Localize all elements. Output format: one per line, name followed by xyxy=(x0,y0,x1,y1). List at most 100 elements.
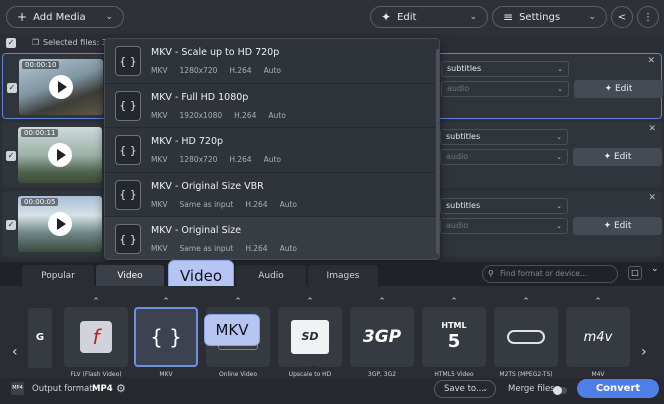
video-thumbnail[interactable]: 00:00:11 xyxy=(18,127,102,183)
search-placeholder: Find format or device... xyxy=(500,269,588,278)
chevron-left-icon[interactable]: ‹ xyxy=(12,344,18,360)
settings-button[interactable]: ≡ Settings ⌄ xyxy=(492,6,607,28)
plus-icon: + xyxy=(17,10,28,24)
mkv-icon: { } xyxy=(150,325,182,349)
preset-scrollbar[interactable] xyxy=(436,49,439,254)
chevron-up-icon: ⌃ xyxy=(450,297,458,307)
format-card-m4v[interactable]: ⌃ m4v M4V xyxy=(566,297,630,378)
save-to-button[interactable]: Save to... ⌄ xyxy=(434,380,496,398)
preset-item[interactable]: { } MKV - Original Size MKV Same as input… xyxy=(105,217,439,259)
mkv-preset-icon: { } xyxy=(115,179,141,210)
mkv-preset-icon: { } xyxy=(115,135,141,166)
audio-dropdown[interactable]: audio ⌄ xyxy=(441,81,569,97)
format-card-upscale-hd[interactable]: ⌃ SD HD Upscale to HD xyxy=(278,297,342,378)
selected-files-label: Selected files: 3/ xyxy=(43,38,110,47)
settings-label: Settings xyxy=(519,11,561,23)
3gp-icon: 3GP xyxy=(362,327,402,347)
format-carousel: ‹ › G ⌃ f FLV (Flash Video) ⌃ { } MKV ⌃ … xyxy=(0,286,664,378)
format-label: 3GP, 3G2 xyxy=(367,371,397,378)
preset-title: MKV - Full HD 1080p xyxy=(151,91,249,103)
sd-hd-icon: SD HD xyxy=(291,320,329,377)
chevron-down-icon: ⌄ xyxy=(557,85,563,93)
preset-dropdown-menu: { } MKV - Scale up to HD 720p MKV 1280x72… xyxy=(104,38,440,260)
chevron-up-icon: ⌃ xyxy=(378,297,386,307)
preset-item[interactable]: { } MKV - Scale up to HD 720p MKV 1280x72… xyxy=(105,39,439,84)
video-thumbnail[interactable]: 00:00:05 xyxy=(18,196,102,252)
play-icon[interactable] xyxy=(48,212,72,236)
chevron-right-icon[interactable]: › xyxy=(641,344,647,360)
preset-title: MKV - Original Size VBR xyxy=(151,180,264,192)
chevron-down-icon: ⌄ xyxy=(556,153,562,161)
format-label: M2TS (MPEG2-TS) xyxy=(499,371,553,378)
format-card-mkv[interactable]: ⌃ { } MKV xyxy=(134,297,198,378)
preset-item[interactable]: { } MKV - Original Size VBR MKV Same as i… xyxy=(105,173,439,218)
tab-images[interactable]: Images xyxy=(308,265,378,287)
save-to-label: Save to... xyxy=(444,384,485,394)
format-label: Online Video xyxy=(218,371,258,378)
mkv-preset-icon: { } xyxy=(115,224,141,255)
subtitles-dropdown[interactable]: subtitles ⌄ xyxy=(440,198,568,214)
file-checkbox[interactable]: ✓ xyxy=(6,220,16,230)
close-icon[interactable]: ✕ xyxy=(648,193,656,203)
more-button[interactable]: ⋮ xyxy=(637,6,659,28)
tab-video[interactable]: Video xyxy=(96,265,164,287)
audio-label: audio xyxy=(446,152,469,161)
close-icon[interactable]: ✕ xyxy=(647,56,655,66)
chevron-down-icon: ⌄ xyxy=(556,133,562,141)
duration-label: 00:00:11 xyxy=(21,129,59,137)
subtitles-label: subtitles xyxy=(446,132,481,141)
chevron-up-icon: ⌃ xyxy=(594,297,602,307)
wand-icon: ✦ xyxy=(603,221,614,231)
format-card-html5[interactable]: ⌃ HTML 5 HTML5 Video xyxy=(422,297,486,378)
convert-button[interactable]: Convert xyxy=(577,379,659,398)
share-icon: < xyxy=(617,11,627,23)
mkv-preset-icon: { } xyxy=(115,90,141,121)
edit-label: Edit xyxy=(613,152,632,162)
play-icon[interactable] xyxy=(49,75,73,99)
gear-icon[interactable]: ⚙ xyxy=(116,382,126,395)
preset-specs: MKV 1280x720 H.264 Auto xyxy=(151,155,282,165)
tab-popular[interactable]: Popular xyxy=(22,265,94,287)
partial-format-card[interactable]: G xyxy=(28,308,52,368)
chevron-down-icon: ⌄ xyxy=(556,202,562,210)
tab-audio[interactable]: Audio xyxy=(236,265,306,287)
format-card-flv[interactable]: ⌃ f FLV (Flash Video) xyxy=(64,297,128,378)
share-button[interactable]: < xyxy=(611,6,633,28)
close-icon[interactable]: ✕ xyxy=(648,124,656,134)
file-checkbox[interactable]: ✓ xyxy=(6,151,16,161)
copy-icon: ❐ xyxy=(32,38,40,47)
audio-dropdown[interactable]: audio ⌄ xyxy=(440,149,568,165)
subtitles-dropdown[interactable]: subtitles ⌄ xyxy=(440,129,568,145)
merge-files-toggle[interactable] xyxy=(553,386,567,395)
device-detect-icon[interactable]: □ xyxy=(628,266,642,280)
chevron-up-icon: ⌃ xyxy=(234,297,242,307)
wand-icon: ✦ xyxy=(381,10,392,24)
edit-button[interactable]: ✦ Edit ⌄ xyxy=(370,6,488,28)
output-format-value[interactable]: MP4 xyxy=(92,384,113,394)
file-edit-button[interactable]: ✦ Edit xyxy=(573,148,662,166)
file-edit-button[interactable]: ✦ Edit xyxy=(573,217,662,235)
format-label: M4V xyxy=(591,371,605,378)
edit-label: Edit xyxy=(613,221,632,231)
audio-dropdown[interactable]: audio ⌄ xyxy=(440,218,568,234)
chevron-down-icon: ⌄ xyxy=(588,12,596,22)
subtitles-dropdown[interactable]: subtitles ⌄ xyxy=(441,61,569,77)
preset-item[interactable]: { } MKV - HD 720p MKV 1280x720 H.264 Auto xyxy=(105,128,439,173)
file-checkbox[interactable]: ✓ xyxy=(7,83,17,93)
output-format-icon: MP4 xyxy=(11,382,24,395)
chevron-up-icon: ⌃ xyxy=(522,297,530,307)
flash-icon: f xyxy=(80,321,112,353)
select-all-checkbox[interactable]: ✓ xyxy=(6,38,16,48)
file-edit-button[interactable]: ✦ Edit xyxy=(574,80,663,98)
play-icon[interactable] xyxy=(48,143,72,167)
video-thumbnail[interactable]: 00:00:10 xyxy=(19,59,103,115)
format-search-input[interactable]: ⚲ Find format or device... xyxy=(482,265,618,283)
format-card-3gp[interactable]: ⌃ 3GP 3GP, 3G2 xyxy=(350,297,414,378)
format-card-m2ts[interactable]: ⌃ M2TS (MPEG2-TS) xyxy=(494,297,558,378)
add-media-button[interactable]: + Add Media ⌄ xyxy=(6,6,124,28)
collapse-chevron-icon[interactable]: ⌄ xyxy=(651,264,659,274)
preset-item[interactable]: { } MKV - Full HD 1080p MKV 1920x1080 H.26… xyxy=(105,84,439,129)
format-label: HTML5 Video xyxy=(434,371,474,378)
chevron-down-icon: ⌄ xyxy=(469,12,477,22)
chevron-down-icon: ⌄ xyxy=(105,12,113,22)
